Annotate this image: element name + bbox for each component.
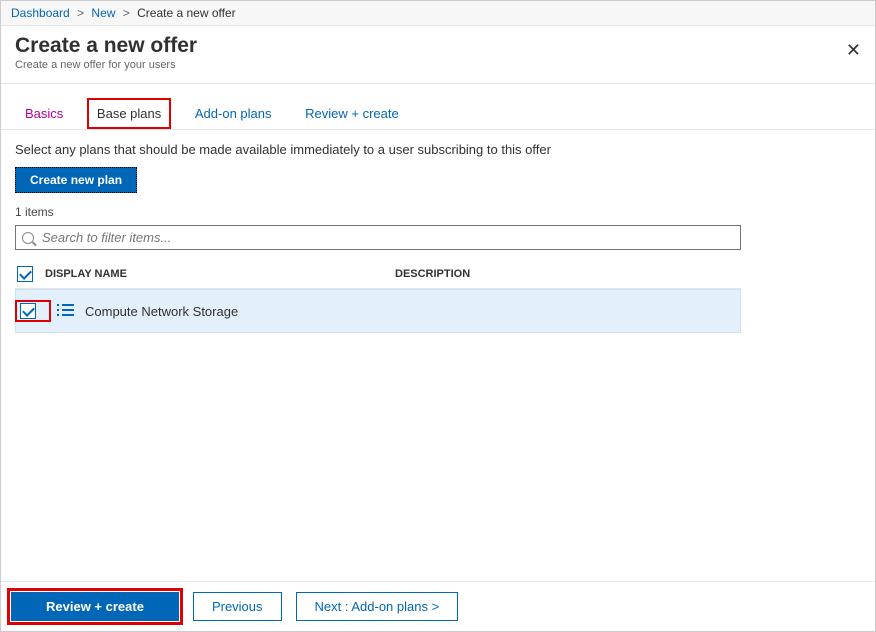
instruction-text: Select any plans that should be made ava…: [1, 130, 875, 167]
search-icon: [22, 232, 34, 244]
tabs: Basics Base plans Add-on plans Review + …: [1, 84, 875, 130]
breadcrumb-dashboard[interactable]: Dashboard: [11, 6, 70, 20]
item-count: 1 items: [1, 193, 875, 225]
footer: Review + create Previous Next : Add-on p…: [1, 581, 875, 631]
review-create-button[interactable]: Review + create: [11, 592, 179, 621]
chevron-right-icon: >: [123, 6, 130, 20]
close-icon[interactable]: ✕: [846, 40, 861, 61]
breadcrumb-new[interactable]: New: [91, 6, 115, 20]
table-row[interactable]: Compute Network Storage: [15, 289, 741, 333]
tab-review-create[interactable]: Review + create: [295, 98, 409, 129]
create-new-plan-button[interactable]: Create new plan: [15, 167, 137, 193]
previous-button[interactable]: Previous: [193, 592, 282, 621]
select-all-checkbox[interactable]: [17, 266, 33, 282]
column-display-name[interactable]: DISPLAY NAME: [45, 268, 395, 280]
tab-base-plans[interactable]: Base plans: [87, 98, 171, 129]
chevron-right-icon: >: [77, 6, 84, 20]
row-checkbox-highlight: [15, 300, 51, 322]
tab-basics[interactable]: Basics: [15, 98, 73, 129]
header: Create a new offer Create a new offer fo…: [1, 26, 875, 84]
table-header: DISPLAY NAME DESCRIPTION: [15, 260, 741, 289]
search-input[interactable]: [15, 225, 741, 250]
row-name: Compute Network Storage: [85, 304, 435, 319]
column-description[interactable]: DESCRIPTION: [395, 268, 470, 280]
breadcrumb: Dashboard > New > Create a new offer: [1, 1, 875, 26]
plan-list-icon: [57, 304, 75, 318]
page-subtitle: Create a new offer for your users: [15, 59, 861, 71]
next-button[interactable]: Next : Add-on plans >: [296, 592, 459, 621]
breadcrumb-current: Create a new offer: [137, 6, 236, 20]
page-title: Create a new offer: [15, 34, 861, 58]
row-checkbox[interactable]: [20, 303, 36, 319]
tab-addon-plans[interactable]: Add-on plans: [185, 98, 282, 129]
plans-table: DISPLAY NAME DESCRIPTION Compute Network…: [15, 260, 741, 333]
search-wrap: [15, 225, 861, 250]
